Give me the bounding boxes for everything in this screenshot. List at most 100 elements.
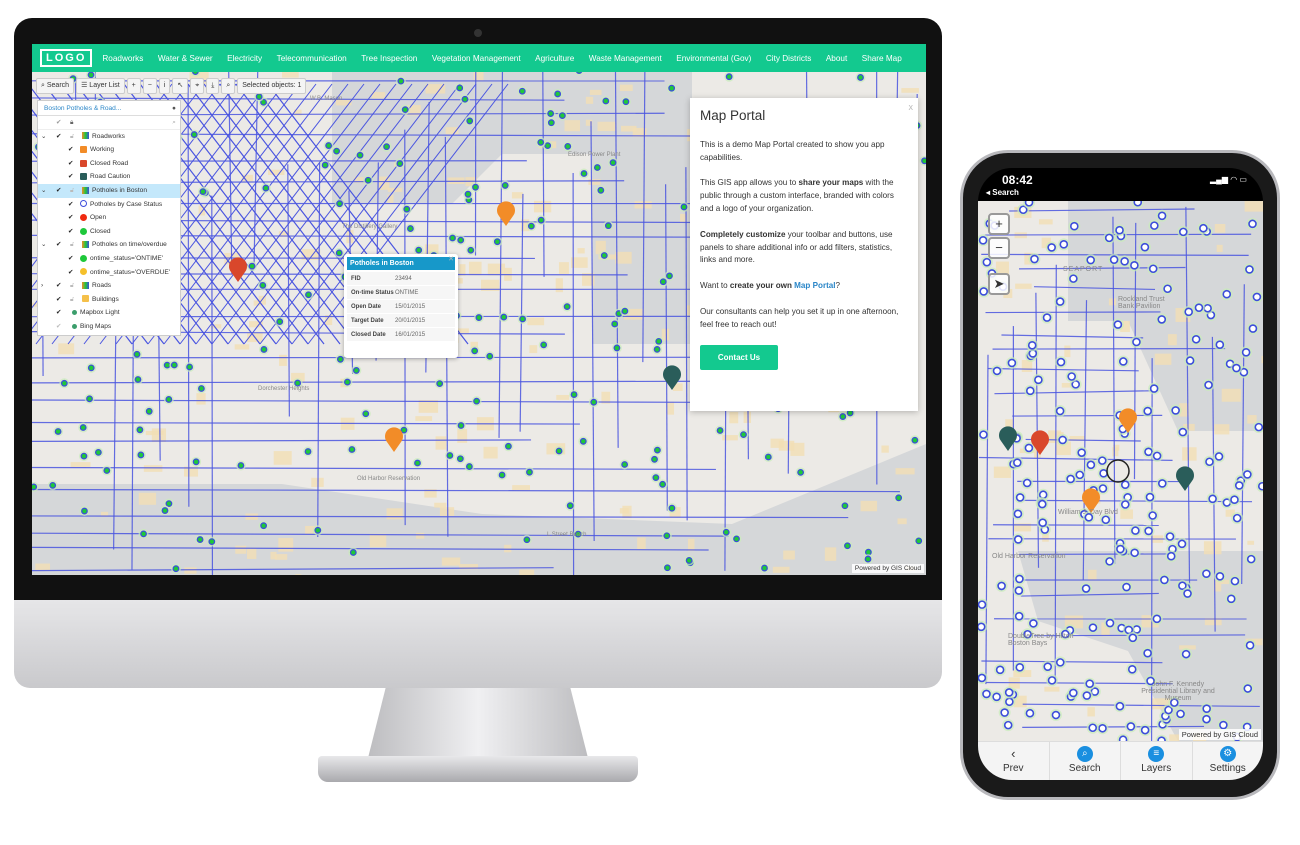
layer-row[interactable]: ✔ Working	[38, 143, 180, 157]
building	[1108, 298, 1117, 306]
nav-vegetation-management[interactable]: Vegetation Management	[432, 54, 521, 63]
locate-icon[interactable]: ⌖	[190, 78, 205, 94]
logo[interactable]: LOGO	[40, 49, 93, 67]
layer-list-button[interactable]: ☰ Layer List	[76, 78, 125, 94]
zoom-out-button[interactable]: −	[142, 78, 157, 94]
chevron-down-icon[interactable]: ⌄	[41, 238, 47, 252]
nav-tree-inspection[interactable]: Tree Inspection	[361, 54, 417, 63]
zoom-in-button[interactable]: +	[988, 213, 1010, 235]
info-icon[interactable]: i	[158, 78, 171, 94]
checkbox-icon[interactable]: ✔	[68, 211, 74, 225]
nav-roadworks[interactable]: Roadworks	[102, 54, 143, 63]
checkbox-icon[interactable]: ✔	[68, 170, 74, 184]
building	[722, 435, 738, 441]
tab-prev[interactable]: ‹ Prev	[978, 742, 1050, 780]
layer-row[interactable]: ✔ 🔓︎ Buildings	[38, 293, 180, 307]
nav-about[interactable]: About	[826, 54, 847, 63]
phone-map-canvas[interactable]	[978, 201, 1263, 741]
portal-paragraph: Want to create your own Map Portal?	[700, 280, 908, 293]
checkbox-icon[interactable]: ✔	[68, 252, 74, 266]
nav-city-districts[interactable]: City Districts	[766, 54, 811, 63]
checkbox-icon[interactable]: ✔	[56, 238, 62, 252]
layer-row[interactable]: ✔ Potholes by Case Status	[38, 198, 180, 212]
nav-agriculture[interactable]: Agriculture	[535, 54, 574, 63]
tab-settings[interactable]: ⚙ Settings	[1193, 742, 1264, 780]
nav-environmental[interactable]: Environmental (Gov)	[676, 54, 751, 63]
phone-map[interactable]: SEAPORT Rockland Trust Bank Pavilion Old…	[978, 201, 1263, 741]
checkbox-icon[interactable]: ✔	[68, 225, 74, 239]
lock-icon[interactable]: 🔒︎	[70, 116, 74, 130]
checkbox-icon[interactable]: ✔	[56, 130, 62, 144]
layer-row[interactable]: › ✔ 🔓︎ Roads	[38, 279, 180, 293]
zoom-out-button[interactable]: −	[988, 237, 1010, 259]
building	[35, 563, 51, 571]
nav-waste-management[interactable]: Waste Management	[589, 54, 662, 63]
close-icon[interactable]: x	[909, 101, 914, 114]
building	[504, 544, 512, 553]
back-to-search-link[interactable]: ◂ Search	[986, 188, 1019, 197]
check-all-icon[interactable]: ✔	[56, 116, 62, 130]
contact-us-button[interactable]: Contact Us	[700, 344, 778, 370]
select-pointer-icon[interactable]: ↖	[172, 78, 189, 94]
legend-swatch	[80, 254, 87, 262]
checkbox-icon[interactable]: ✔	[56, 279, 62, 293]
pothole-marker	[325, 142, 333, 149]
chevron-down-icon[interactable]: ⌄	[41, 184, 47, 198]
layer-row[interactable]: ✔ ontime_status='OVERDUE'	[38, 266, 180, 280]
checkbox-icon[interactable]: ✔	[68, 157, 74, 171]
layer-row[interactable]: ✔ Closed Road	[38, 157, 180, 171]
nav-electricity[interactable]: Electricity	[227, 54, 262, 63]
pothole-marker	[396, 160, 404, 167]
unlock-icon[interactable]: 🔓︎	[70, 130, 74, 144]
layer-row[interactable]: ✔ Bing Maps	[38, 320, 180, 334]
pothole-marker	[364, 176, 372, 184]
pothole-marker	[844, 542, 851, 550]
pothole-marker	[1202, 569, 1211, 578]
close-icon[interactable]: ✕	[448, 255, 454, 263]
zoom-in-button[interactable]: +	[126, 78, 141, 94]
nav-water-sewer[interactable]: Water & Sewer	[158, 54, 213, 63]
checkbox-icon[interactable]: ✔	[68, 266, 74, 280]
tab-layers[interactable]: ≡ Layers	[1121, 742, 1193, 780]
layer-row[interactable]: ✔ Road Caution	[38, 170, 180, 184]
layer-row[interactable]: ⌄ ✔ 🔓︎ Roadworks	[38, 130, 180, 144]
layer-row[interactable]: ✔ Closed	[38, 225, 180, 239]
zoom-box-icon[interactable]: ⌕	[221, 78, 236, 94]
zoom-icon[interactable]: ⌕	[172, 116, 176, 130]
tab-search[interactable]: ⌕ Search	[1050, 742, 1121, 780]
map-portal-link[interactable]: Map Portal	[794, 281, 835, 290]
checkbox-icon[interactable]: ✔	[56, 306, 62, 320]
pothole-marker	[1022, 478, 1032, 488]
nav-telecommunication[interactable]: Telecommunication	[277, 54, 347, 63]
checkbox-icon[interactable]: ✔	[68, 143, 74, 157]
building	[772, 566, 790, 573]
checkbox-icon[interactable]: ✔	[68, 198, 74, 212]
checkbox-icon[interactable]: ✔	[56, 320, 62, 334]
locate-arrow-icon[interactable]: ➤	[988, 273, 1010, 295]
globe-icon[interactable]: ●	[172, 105, 176, 112]
search-button[interactable]: ⌕ Search	[36, 78, 75, 94]
building	[151, 428, 167, 443]
map-label: Old Harbor Reservation	[357, 476, 421, 482]
unlock-icon[interactable]: 🔓︎	[70, 238, 74, 252]
layer-row[interactable]: ⌄ ✔ 🔓︎ Potholes in Boston	[38, 183, 180, 198]
nav-share-map[interactable]: Share Map	[862, 54, 902, 63]
checkbox-icon[interactable]: ✔	[56, 184, 62, 198]
popup-row: Open Date 15/01/2015	[347, 300, 455, 314]
pothole-marker	[611, 320, 619, 328]
unlock-icon[interactable]: 🔓︎	[70, 184, 74, 198]
building	[511, 192, 523, 199]
chevron-right-icon[interactable]: ›	[41, 279, 43, 293]
unlock-icon[interactable]: 🔓︎	[70, 279, 74, 293]
layer-row[interactable]: ✔ ontime_status='ONTIME'	[38, 252, 180, 266]
checkbox-icon[interactable]: ✔	[56, 293, 62, 307]
download-icon[interactable]: ⤓	[206, 78, 220, 94]
text: Want to	[700, 281, 730, 291]
chevron-down-icon[interactable]: ⌄	[41, 130, 47, 144]
layer-row[interactable]: ✔ Open	[38, 211, 180, 225]
layer-row[interactable]: ✔ Mapbox Light	[38, 306, 180, 320]
unlock-icon[interactable]: 🔓︎	[70, 293, 74, 307]
pothole-marker	[32, 483, 38, 491]
pothole-marker	[449, 234, 456, 242]
layer-row[interactable]: ⌄ ✔ 🔓︎ Potholes on time/overdue	[38, 238, 180, 252]
